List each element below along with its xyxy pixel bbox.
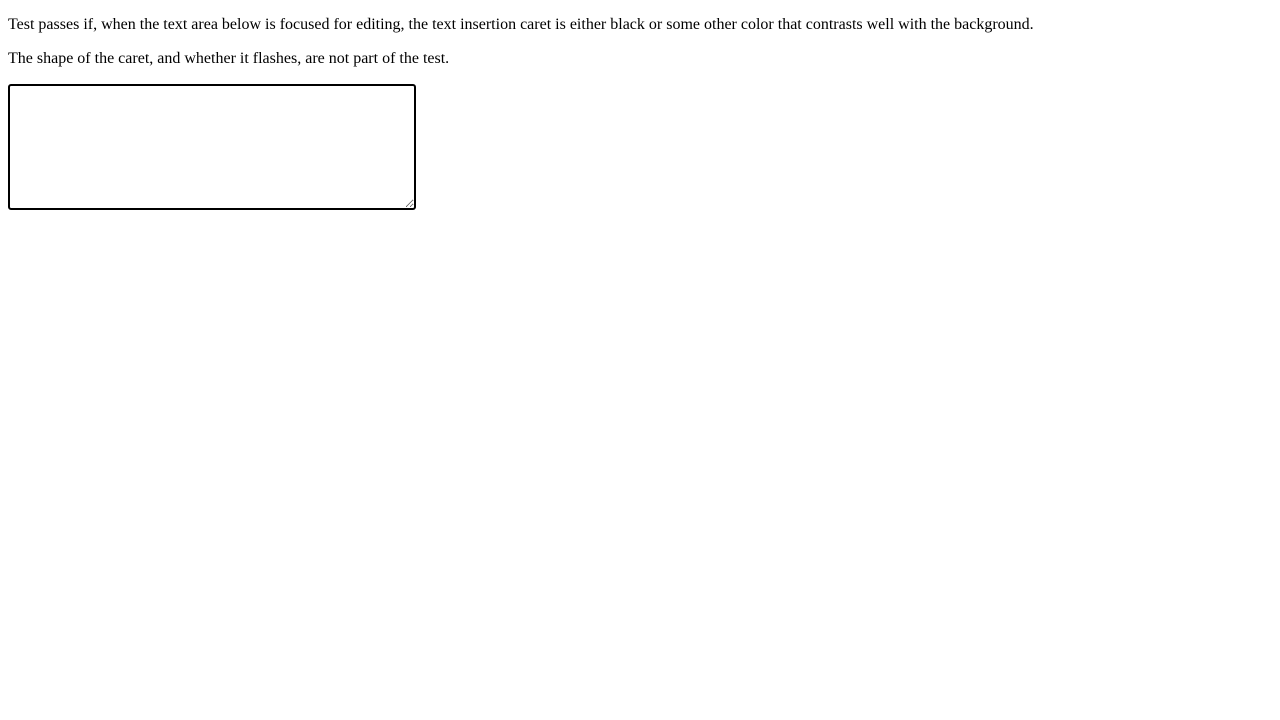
instruction-text-pass-criteria: Test passes if, when the text area below… (8, 16, 1034, 33)
test-textarea[interactable] (8, 84, 416, 210)
instruction-text-caret-shape-note: The shape of the caret, and whether it f… (8, 50, 450, 67)
page-content: Test passes if, when the text area below… (0, 0, 1280, 218)
